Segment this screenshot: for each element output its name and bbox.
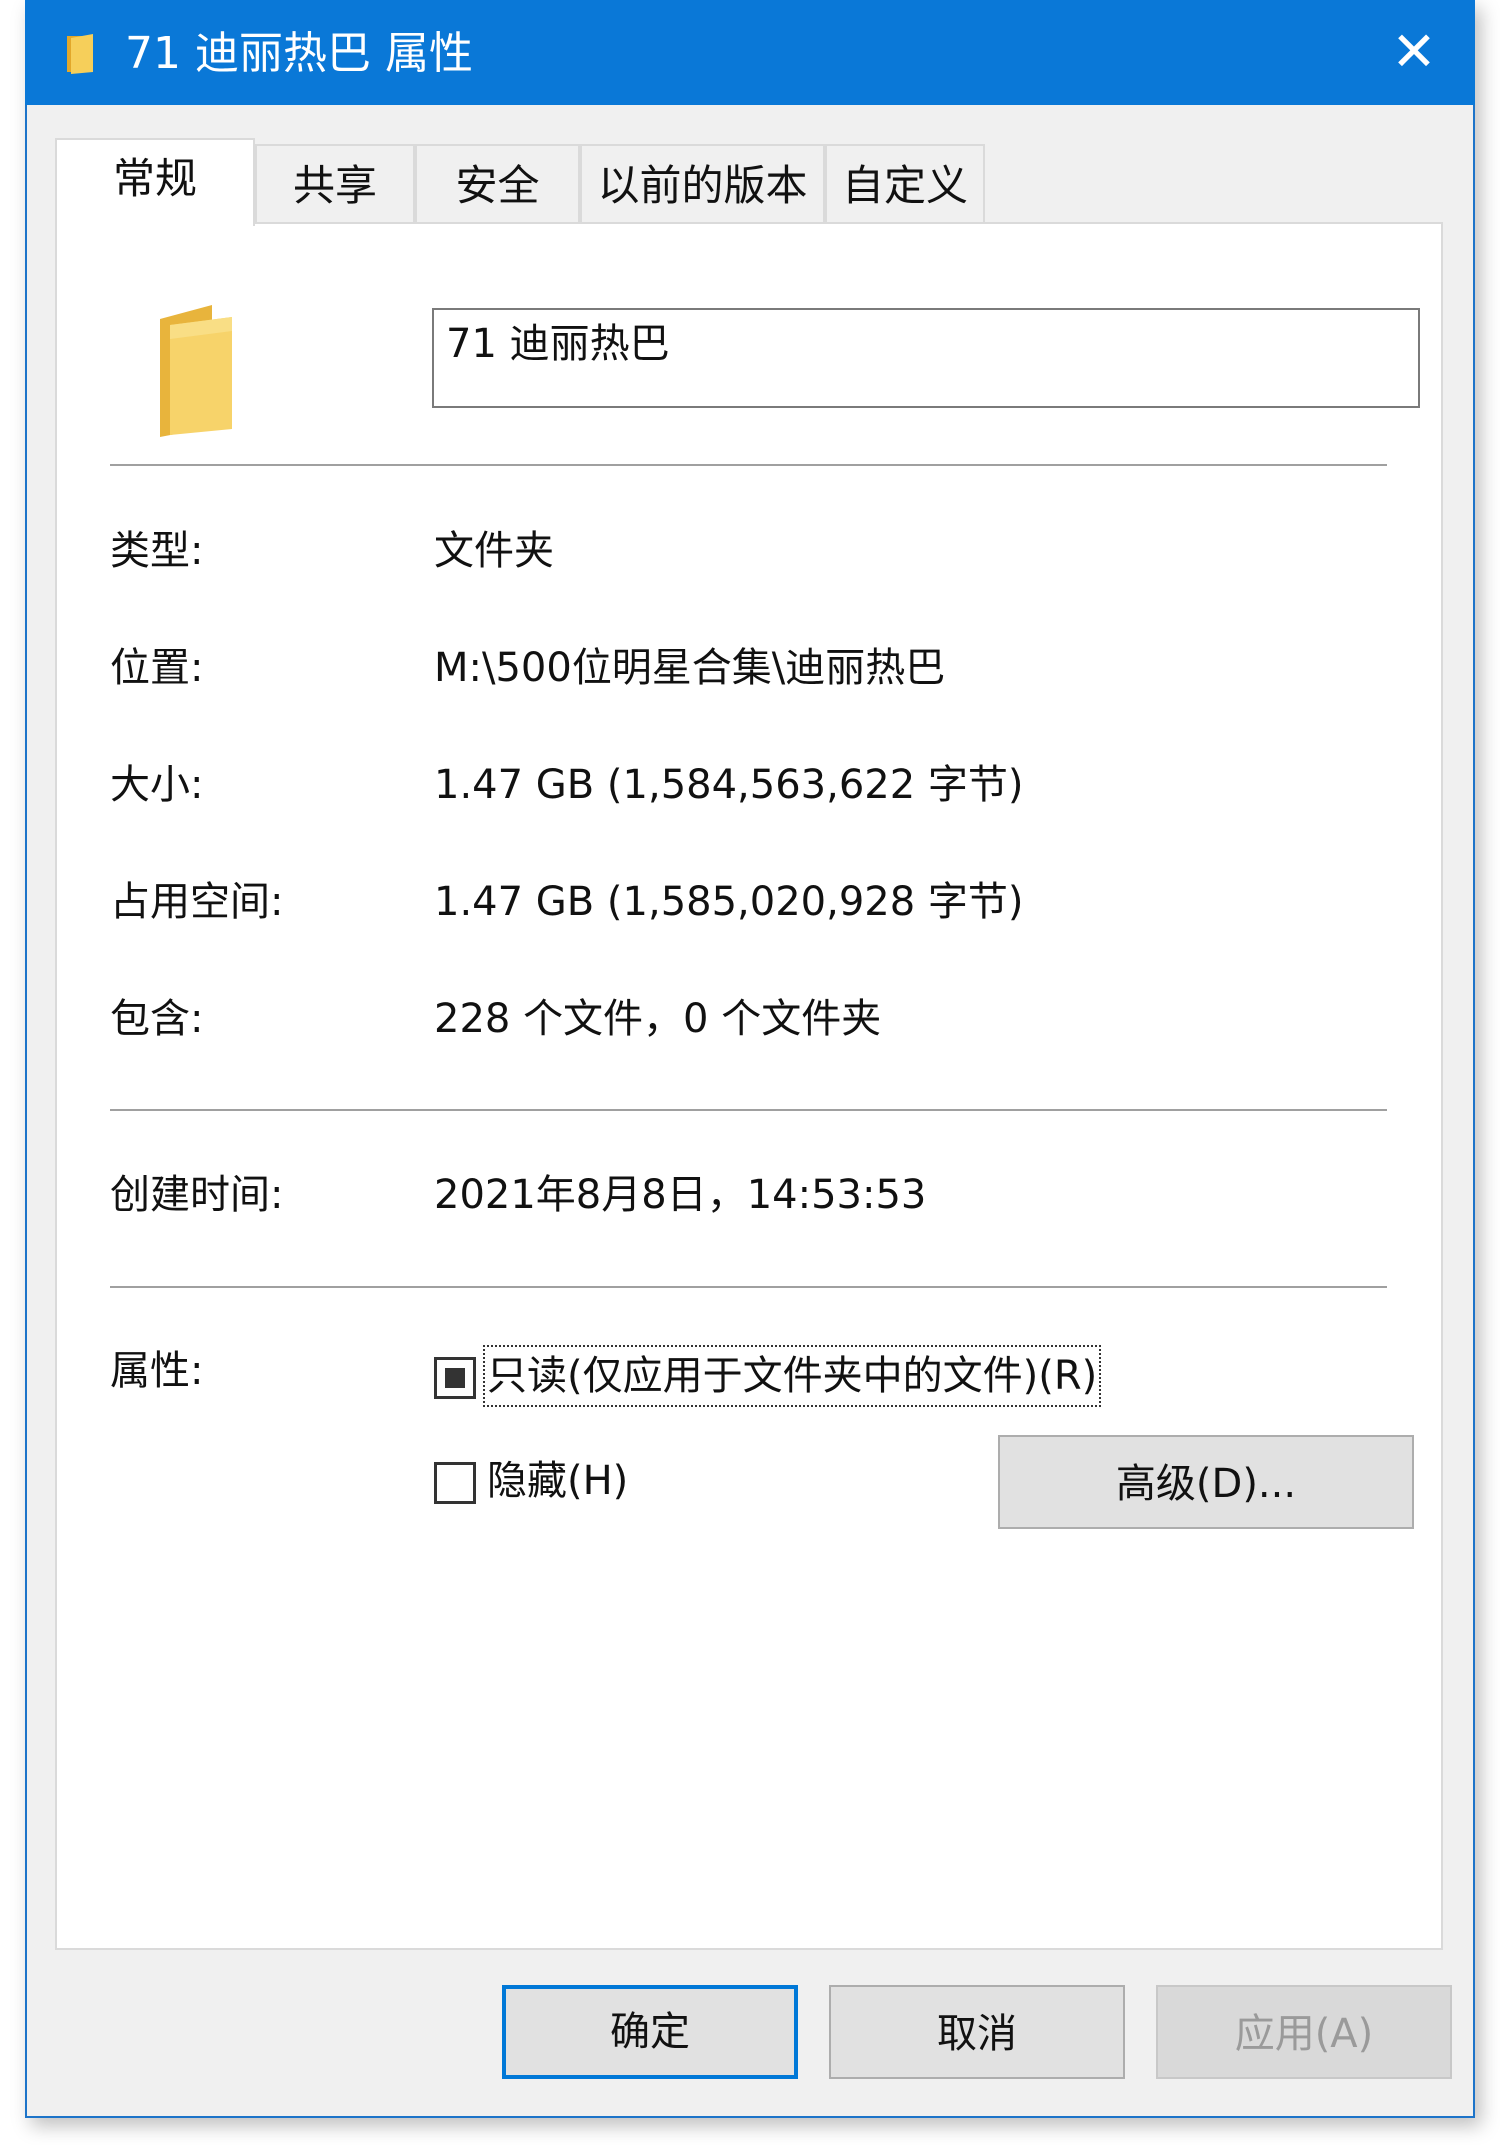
size-label: 大小: (110, 762, 204, 808)
size-on-disk-label: 占用空间: (110, 879, 284, 925)
tab-security[interactable]: 安全 (415, 144, 580, 224)
tab-previous-versions[interactable]: 以前的版本 (580, 144, 825, 224)
folder-icon (67, 34, 93, 74)
attributes-label: 属性: (110, 1348, 204, 1394)
size-value: 1.47 GB (1,584,563,622 字节) (434, 762, 1024, 808)
divider (110, 1109, 1387, 1111)
folder-name-input[interactable] (432, 308, 1420, 408)
tab-sharing[interactable]: 共享 (255, 144, 415, 224)
readonly-checkbox[interactable] (434, 1357, 476, 1399)
readonly-label[interactable]: 只读(仅应用于文件夹中的文件)(R) (482, 1345, 1102, 1407)
tab-customize[interactable]: 自定义 (825, 144, 985, 224)
folder-icon (160, 305, 232, 437)
general-panel: 类型: 文件夹 位置: M:\500位明星合集\迪丽热巴 大小: 1.47 GB… (55, 222, 1443, 1950)
location-label: 位置: (110, 645, 204, 691)
properties-dialog: 71 迪丽热巴 属性 ✕ 常规 共享 安全 以前的版本 自定义 类型: 文件夹 … (25, 0, 1475, 2118)
created-label: 创建时间: (110, 1172, 284, 1218)
created-value: 2021年8月8日，14:53:53 (434, 1172, 927, 1218)
advanced-button[interactable]: 高级(D)... (998, 1435, 1414, 1529)
indeterminate-mark (445, 1368, 465, 1388)
size-on-disk-value: 1.47 GB (1,585,020,928 字节) (434, 879, 1024, 925)
hidden-label[interactable]: 隐藏(H) (487, 1454, 628, 1508)
type-value: 文件夹 (434, 528, 554, 574)
hidden-checkbox[interactable] (434, 1462, 476, 1504)
title-bar[interactable]: 71 迪丽热巴 属性 ✕ (25, 0, 1475, 105)
type-label: 类型: (110, 528, 204, 574)
contains-value: 228 个文件，0 个文件夹 (434, 996, 882, 1042)
divider (110, 464, 1387, 466)
apply-button[interactable]: 应用(A) (1156, 1985, 1452, 2079)
cancel-button[interactable]: 取消 (829, 1985, 1125, 2079)
window-title: 71 迪丽热巴 属性 (125, 28, 473, 79)
contains-label: 包含: (110, 996, 204, 1042)
location-value: M:\500位明星合集\迪丽热巴 (434, 645, 946, 691)
divider (110, 1286, 1387, 1288)
tab-general[interactable]: 常规 (55, 138, 255, 226)
ok-button[interactable]: 确定 (502, 1985, 798, 2079)
close-button[interactable]: ✕ (1369, 12, 1459, 92)
